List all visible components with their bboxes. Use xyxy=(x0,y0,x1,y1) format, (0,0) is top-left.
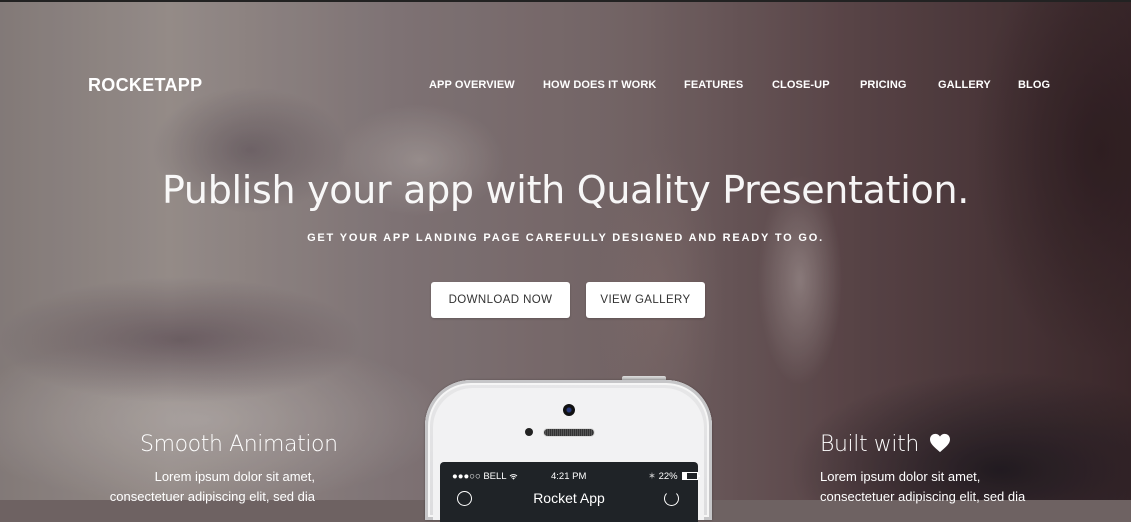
wifi-icon xyxy=(509,474,518,480)
phone-camera-icon xyxy=(563,404,575,416)
carrier-text: ●●●○○ BELL xyxy=(452,471,507,482)
phone-speaker-icon xyxy=(544,429,594,436)
bluetooth-icon: ✶ xyxy=(648,471,656,482)
download-now-button[interactable]: DOWNLOAD NOW xyxy=(431,282,570,318)
hero-subtitle: GET YOUR APP LANDING PAGE CAREFULLY DESI… xyxy=(307,232,824,244)
nav-item-app-overview[interactable]: APP OVERVIEW xyxy=(429,79,515,91)
feature-title-built-with-text: Built with xyxy=(820,432,919,457)
phone-app-title: Rocket App xyxy=(533,490,605,506)
feature-text-left-line2: consectetuer adipiscing elit, sed dia xyxy=(109,489,315,504)
refresh-icon xyxy=(664,491,679,506)
nav-item-pricing[interactable]: PRICING xyxy=(860,79,907,91)
feature-text-left-line1: Lorem ipsum dolor sit amet, xyxy=(154,469,315,484)
feature-text-right: Lorem ipsum dolor sit amet, consectetuer… xyxy=(820,467,1060,507)
hero-title: Publish your app with Quality Presentati… xyxy=(0,168,1131,212)
hero-title-text: Publish your app with Quality Presentati… xyxy=(161,168,970,212)
nav-item-close-up[interactable]: CLOSE-UP xyxy=(772,79,830,91)
feature-text-right-line2: consectetuer adipiscing elit, sed dia xyxy=(820,489,1026,504)
status-time: 4:21 PM xyxy=(551,471,587,482)
nav-item-how-does-it-work[interactable]: HOW DOES IT WORK xyxy=(543,79,656,91)
view-gallery-button[interactable]: VIEW GALLERY xyxy=(586,282,705,318)
nav-item-blog[interactable]: BLOG xyxy=(1018,79,1050,91)
feature-text-right-line1: Lorem ipsum dolor sit amet, xyxy=(820,469,981,484)
nav-item-gallery[interactable]: GALLERY xyxy=(938,79,991,91)
feature-title-built-with: Built with xyxy=(820,432,951,457)
battery-percent: 22% xyxy=(658,471,678,482)
top-border xyxy=(0,0,1131,2)
status-carrier: ●●●○○ BELL xyxy=(452,471,518,482)
status-battery: ✶ 22% xyxy=(648,471,701,482)
feature-text-left: Lorem ipsum dolor sit amet, consectetuer… xyxy=(70,467,315,507)
phone-sensor-icon xyxy=(525,428,533,436)
heart-icon xyxy=(930,433,951,452)
feature-title-smooth-animation: Smooth Animation xyxy=(140,432,338,457)
main-nav: APP OVERVIEW HOW DOES IT WORK FEATURES C… xyxy=(0,79,1131,93)
battery-icon xyxy=(682,472,701,481)
nav-item-features[interactable]: FEATURES xyxy=(684,79,743,91)
